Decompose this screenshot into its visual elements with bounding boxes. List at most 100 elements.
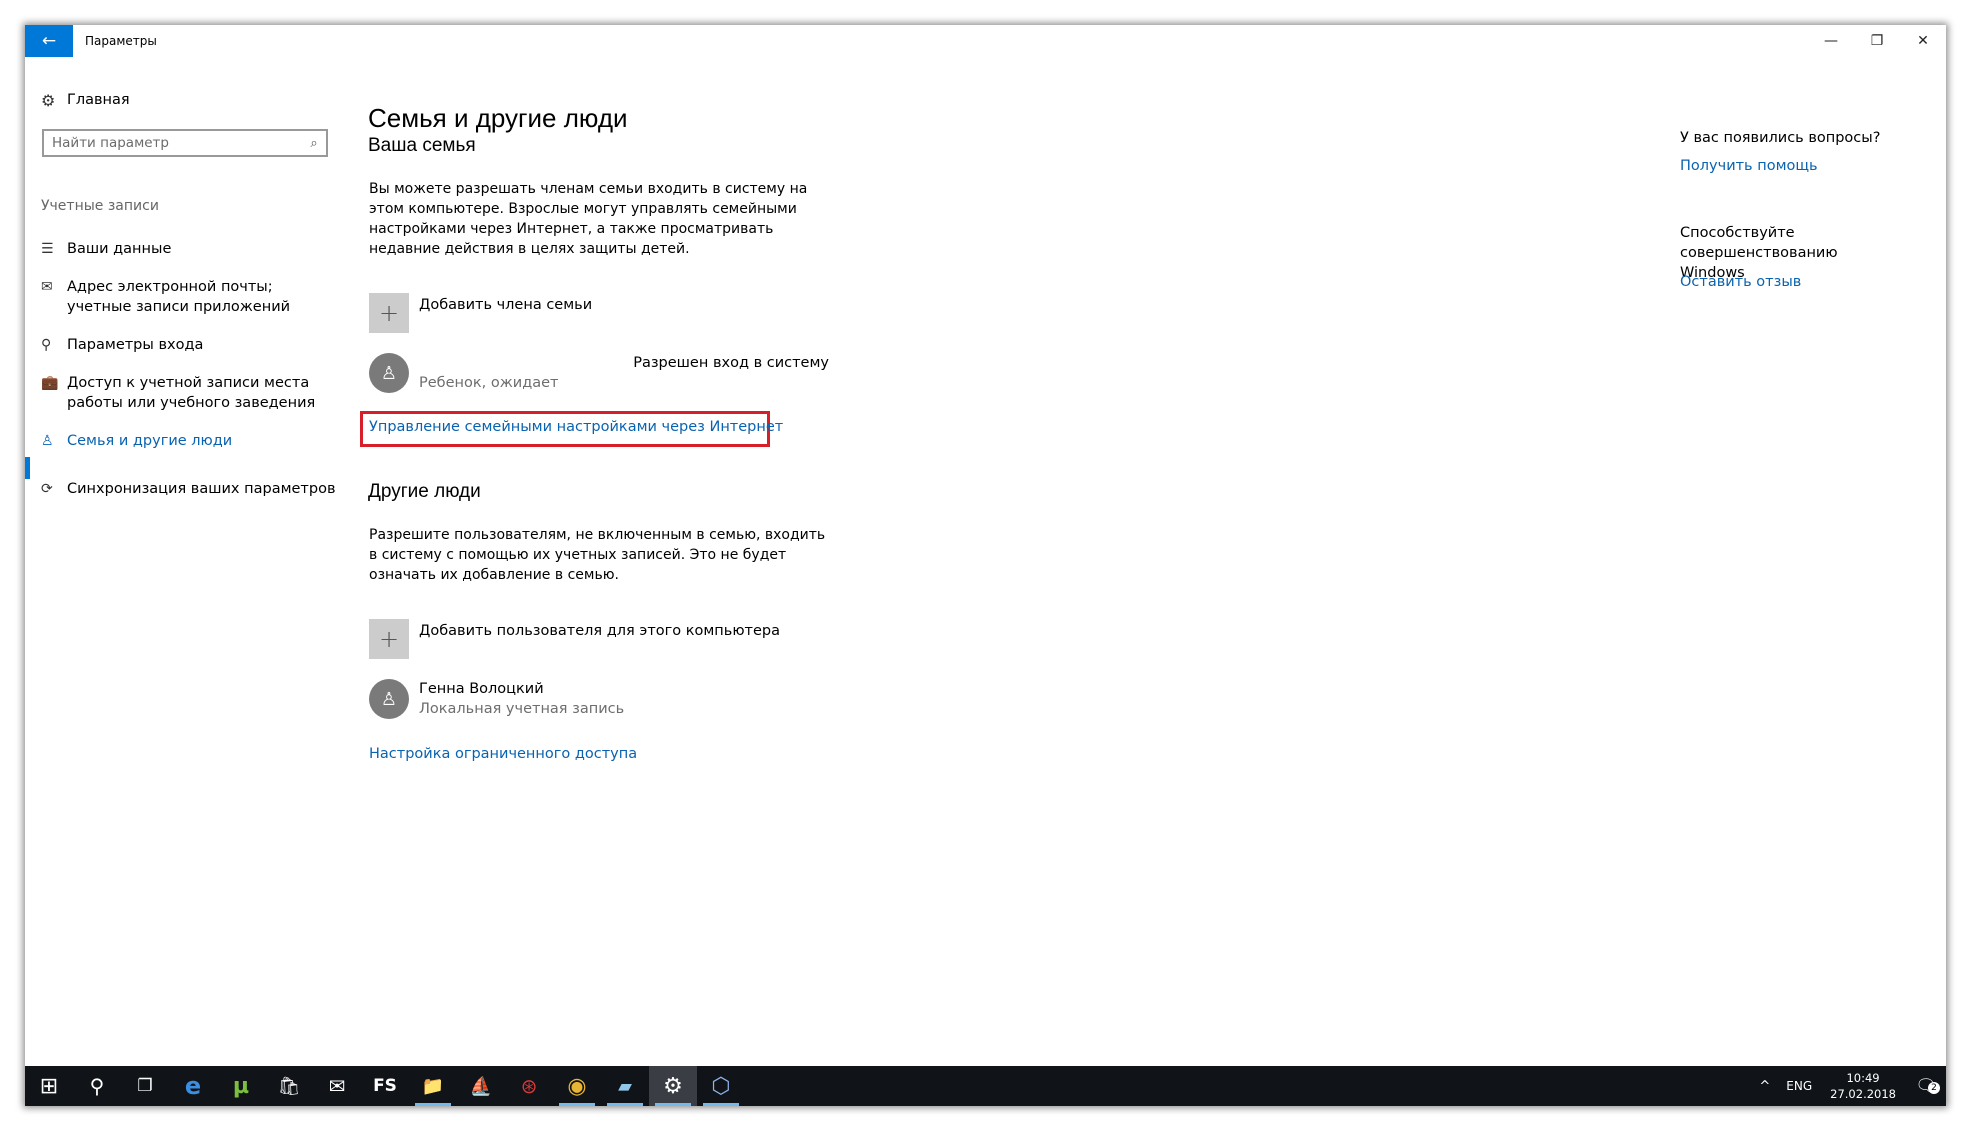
restore-icon: ❐ [1870,33,1884,49]
taskbar-settings[interactable]: ⚙ [649,1066,697,1106]
add-family-member-label: Добавить члена семьи [419,297,593,313]
add-family-member-button[interactable]: + Добавить члена семьи [369,293,592,333]
store-icon: 🛍 [277,1075,301,1097]
minimize-icon: — [1824,33,1838,49]
sidebar-item-family[interactable]: ♙ Семья и другие люди [41,431,337,451]
taskbar: ⊞ ⚲ ❐ e µ 🛍 ✉ FS 📁 ⛵ ⊛ ◉ ▰ ⚙ ⬡ ^ ENG 10:… [25,1066,1946,1106]
clock-time: 10:49 [1846,1071,1880,1085]
user-name: Генна Волоцкий [419,681,544,697]
sidebar-item-email-accounts[interactable]: ✉ Адрес электронной почты; учетные запис… [41,277,317,317]
folder-icon: 📁 [421,1075,445,1097]
action-center-button[interactable]: 🗨 2 [1906,1076,1946,1096]
avatar-icon: ♙ [369,353,409,393]
title-bar: ← Параметры — ❐ ✕ [25,25,1946,57]
user-account-type: Локальная учетная запись [419,701,625,717]
family-member-status: Разрешен вход в систему [633,355,829,371]
mail-icon: ✉ [328,1074,346,1098]
other-people-description: Разрешите пользователям, не включенным в… [369,527,826,583]
virtualbox-icon: ⬡ [711,1073,731,1099]
family-heading: Ваша семья [368,135,476,156]
sidebar-item-sign-in-options[interactable]: ⚲ Параметры входа [41,335,337,355]
taskbar-virtualbox[interactable]: ⬡ [697,1066,745,1106]
tray-chevron-icon[interactable]: ^ [1751,1079,1778,1094]
person-icon: ♙ [41,433,54,449]
restricted-access-link[interactable]: Настройка ограниченного доступа [369,746,637,762]
language-indicator[interactable]: ENG [1778,1079,1820,1093]
taskbar-app-2[interactable]: ⊛ [505,1066,553,1106]
avatar-icon: ♙ [369,679,409,719]
chrome-icon: ◉ [567,1073,587,1099]
family-member-role: Ребенок, ожидает [419,375,559,391]
taskbar-edge[interactable]: e [169,1066,217,1106]
taskbar-mail[interactable]: ✉ [313,1066,361,1106]
taskbar-store[interactable]: 🛍 [265,1066,313,1106]
get-help-link[interactable]: Получить помощь [1680,156,1920,176]
page-title: Семья и другие люди [368,103,628,133]
system-tray: ^ ENG 10:49 27.02.2018 🗨 2 [1751,1066,1946,1106]
minimize-button[interactable]: — [1808,25,1854,57]
back-arrow-icon: ← [41,31,57,51]
taskbar-app-1[interactable]: ⛵ [457,1066,505,1106]
edge-icon: e [184,1072,202,1100]
close-icon: ✕ [1917,33,1929,49]
sidebar-item-label: Семья и другие люди [67,433,233,449]
restore-button[interactable]: ❐ [1854,25,1900,57]
sidebar-item-sync[interactable]: ⟳ Синхронизация ваших параметров [41,479,337,499]
section-label-accounts: Учетные записи [41,198,159,214]
key-icon: ⚲ [41,337,52,353]
clock-date: 27.02.2018 [1830,1087,1896,1101]
search-input[interactable] [44,134,302,152]
windows-icon: ⊞ [39,1073,59,1099]
start-button[interactable]: ⊞ [25,1066,73,1106]
task-view-button[interactable]: ❐ [121,1066,169,1106]
close-button[interactable]: ✕ [1900,25,1946,57]
feedback-link[interactable]: Оставить отзыв [1680,272,1920,292]
fs-icon: FS [373,1076,397,1096]
person-list-icon: ☰ [41,241,54,257]
gear-icon: ⚙ [41,90,56,110]
other-people-heading: Другие люди [368,481,481,502]
sidebar-item-label: Доступ к учетной записи места работы или… [67,375,316,411]
taskbar-app-3[interactable]: ▰ [601,1066,649,1106]
settings-window: ← Параметры — ❐ ✕ ⚙ Главная ⌕ Учетные за… [25,25,1946,1106]
search-icon: ⚲ [89,1074,105,1098]
briefcase-icon: 💼 [41,375,59,391]
search-box: ⌕ [42,129,328,157]
plus-icon: + [369,293,409,333]
task-view-icon: ❐ [137,1076,153,1096]
back-button[interactable]: ← [25,25,73,57]
app-icon: ⛵ [469,1075,493,1097]
mail-icon: ✉ [41,279,53,295]
sidebar-item-label: Ваши данные [67,241,172,257]
sidebar-item-label: Синхронизация ваших параметров [67,481,336,497]
search-icon[interactable]: ⌕ [302,136,326,151]
nav-home-label: Главная [67,92,130,108]
sidebar-item-work-access[interactable]: 💼 Доступ к учетной записи места работы и… [41,373,347,413]
taskbar-fs[interactable]: FS [361,1066,409,1106]
app-icon: ⊛ [520,1074,538,1098]
sync-icon: ⟳ [41,481,53,497]
user-row[interactable]: ♙ Генна Волоцкий Локальная учетная запис… [369,679,624,719]
active-indicator [25,457,30,479]
app-icon: ▰ [618,1075,632,1097]
add-user-label: Добавить пользователя для этого компьюте… [419,623,780,639]
taskbar-file-explorer[interactable]: 📁 [409,1066,457,1106]
gear-icon: ⚙ [663,1073,683,1099]
sidebar-item-label: Параметры входа [67,337,204,353]
family-description: Вы можете разрешать членам семьи входить… [369,181,808,257]
taskbar-chrome[interactable]: ◉ [553,1066,601,1106]
plus-icon: + [369,619,409,659]
manage-family-link[interactable]: Управление семейными настройками через И… [369,419,783,435]
taskbar-search-button[interactable]: ⚲ [73,1066,121,1106]
clock[interactable]: 10:49 27.02.2018 [1820,1070,1906,1102]
sidebar-item-label: Адрес электронной почты; учетные записи … [67,279,291,315]
sidebar-item-your-info[interactable]: ☰ Ваши данные [41,239,337,259]
help-question: У вас появились вопросы? [1680,130,1881,146]
family-member-row[interactable]: ♙ Ребенок, ожидает Разрешен вход в систе… [369,353,829,393]
window-title: Параметры [85,34,157,48]
notification-count: 2 [1928,1082,1940,1094]
add-user-button[interactable]: + Добавить пользователя для этого компью… [369,619,780,659]
taskbar-utorrent[interactable]: µ [217,1066,265,1106]
nav-home[interactable]: ⚙ Главная [41,87,130,113]
utorrent-icon: µ [232,1073,250,1099]
